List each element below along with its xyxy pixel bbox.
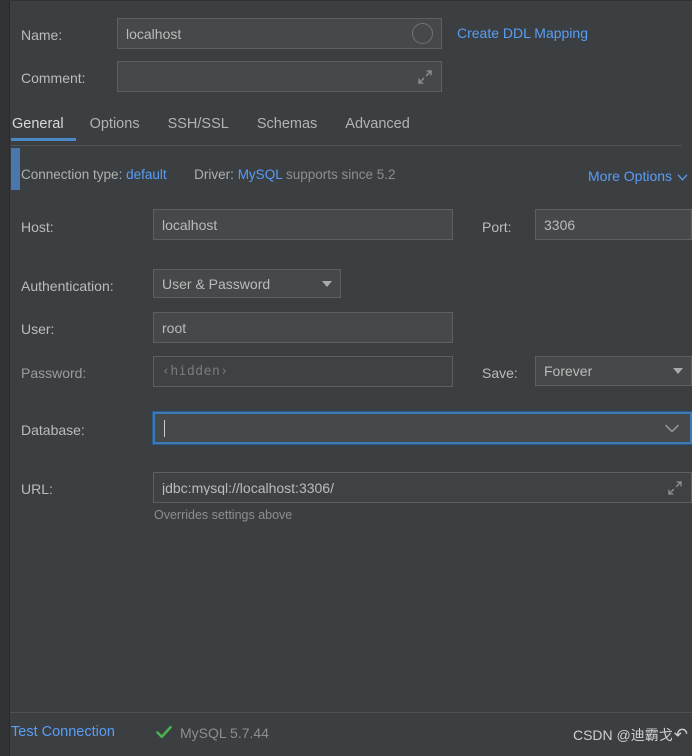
tab-schemas[interactable]: Schemas <box>243 116 331 141</box>
url-input[interactable]: jdbc:mysql://localhost:3306/ <box>153 472 692 503</box>
save-label: Save: <box>482 365 518 381</box>
left-gutter <box>0 0 10 756</box>
driver-label: Driver: <box>194 167 234 182</box>
port-input-value: 3306 <box>544 217 576 232</box>
save-dropdown[interactable]: Forever <box>535 356 692 386</box>
comment-label: Comment: <box>21 70 86 86</box>
port-label: Port: <box>482 219 512 235</box>
watermark-text: CSDN @迪霸戈 <box>572 726 673 743</box>
tab-advanced[interactable]: Advanced <box>331 116 424 141</box>
more-options-button[interactable]: More Options <box>588 169 688 183</box>
watermark: CSDN @迪霸戈 ↶ <box>573 726 688 743</box>
create-ddl-mapping-link[interactable]: Create DDL Mapping <box>457 26 588 40</box>
password-input[interactable]: ‹hidden› <box>153 356 453 387</box>
url-label: URL: <box>21 481 53 497</box>
authentication-dropdown[interactable]: User & Password <box>153 269 341 298</box>
save-value: Forever <box>544 363 593 379</box>
triangle-down-icon <box>673 368 683 374</box>
tabs-divider <box>11 145 682 146</box>
database-label: Database: <box>21 422 85 438</box>
connection-type-value[interactable]: default <box>126 167 167 182</box>
check-icon <box>155 723 173 741</box>
data-source-dialog: Name: localhost Create DDL Mapping Comme… <box>0 0 692 756</box>
database-input[interactable] <box>152 411 692 445</box>
name-input[interactable]: localhost <box>117 18 442 49</box>
tab-options[interactable]: Options <box>76 116 154 141</box>
triangle-down-icon <box>322 280 332 287</box>
settings-tabs: General Options SSH/SSL Schemas Advanced <box>11 116 424 148</box>
password-label: Password: <box>21 365 87 381</box>
circle-icon[interactable] <box>412 23 433 44</box>
user-input-value: root <box>162 320 187 335</box>
test-connection-button[interactable]: Test Connection <box>11 725 115 740</box>
host-input[interactable]: localhost <box>153 209 453 240</box>
host-input-value: localhost <box>162 217 218 232</box>
driver-value[interactable]: MySQL <box>238 167 283 182</box>
undo-arrow-icon: ↶ <box>673 725 688 744</box>
comment-input[interactable] <box>117 61 442 92</box>
text-caret <box>164 419 165 437</box>
expand-arrows-icon[interactable] <box>667 480 683 496</box>
driver-note: supports since 5.2 <box>285 167 396 182</box>
chevron-down-icon <box>677 171 688 182</box>
name-input-value: localhost <box>126 26 182 41</box>
url-hint: Overrides settings above <box>154 508 293 522</box>
connection-meta-row: Connection type: default Driver: MySQL s… <box>21 168 396 182</box>
authentication-label: Authentication: <box>21 278 114 294</box>
user-input[interactable]: root <box>153 312 453 343</box>
port-input[interactable]: 3306 <box>535 209 692 240</box>
tab-ssh-ssl[interactable]: SSH/SSL <box>154 116 243 141</box>
expand-arrows-icon[interactable] <box>417 69 433 85</box>
host-label: Host: <box>21 219 54 235</box>
name-label: Name: <box>21 27 63 43</box>
tab-general[interactable]: General <box>11 116 76 141</box>
connection-type-label: Connection type: <box>21 167 123 182</box>
chevron-down-icon[interactable] <box>662 418 682 438</box>
more-options-label: More Options <box>588 168 673 184</box>
db-version-label: MySQL 5.7.44 <box>180 725 269 741</box>
selection-accent-strip <box>11 148 20 190</box>
user-label: User: <box>21 321 55 337</box>
password-placeholder: ‹hidden› <box>162 364 229 379</box>
url-input-value: jdbc:mysql://localhost:3306/ <box>162 480 334 495</box>
authentication-value: User & Password <box>162 275 271 292</box>
